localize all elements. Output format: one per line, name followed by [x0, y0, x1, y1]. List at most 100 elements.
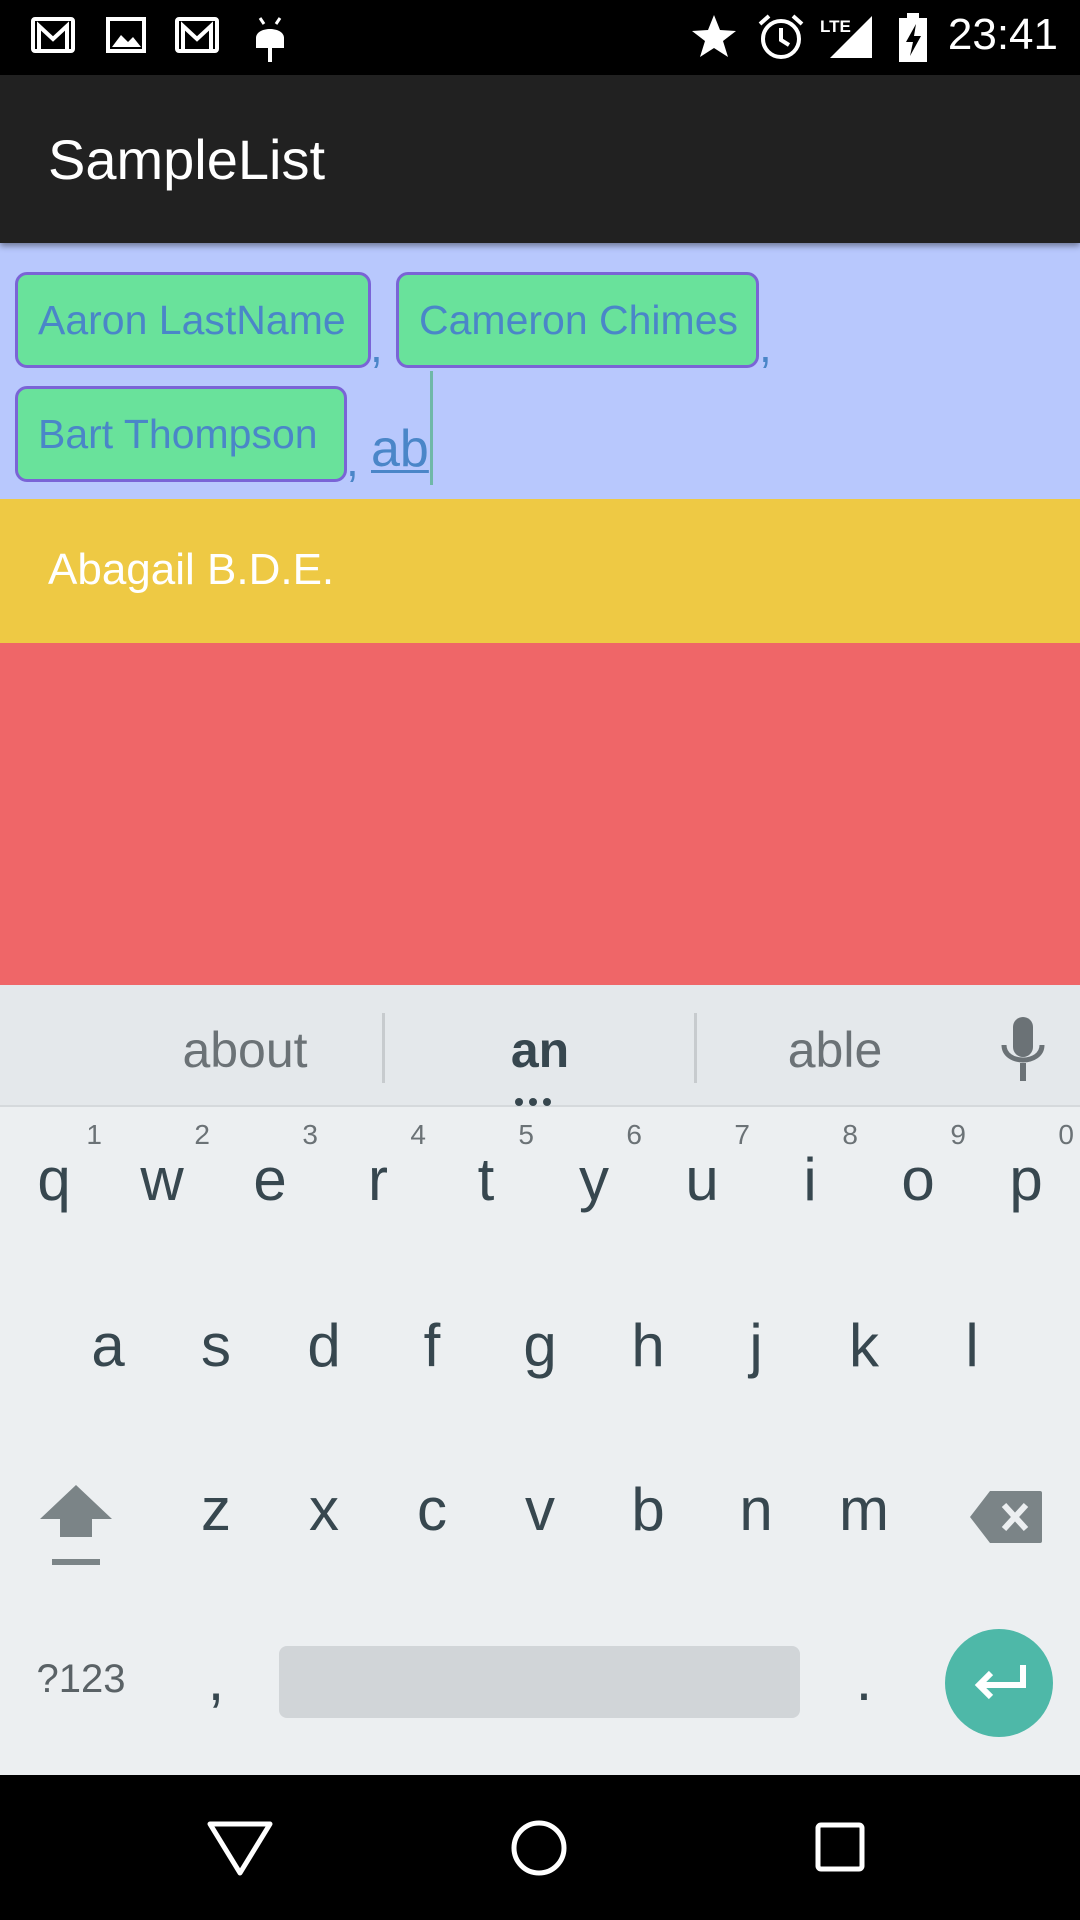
key-l[interactable]: l	[918, 1273, 1026, 1433]
key-label: a	[91, 1312, 125, 1379]
key-label: m	[839, 1476, 889, 1543]
typed-text: ab	[371, 420, 429, 478]
alarm-icon	[758, 14, 804, 59]
key-b[interactable]: b	[594, 1437, 702, 1597]
symbols-key[interactable]: ?123	[20, 1603, 142, 1763]
navigation-bar	[0, 1775, 1080, 1920]
key-c[interactable]: c	[378, 1437, 486, 1597]
key-label: z	[201, 1476, 231, 1543]
backspace-key[interactable]	[950, 1437, 1060, 1597]
key-label: f	[423, 1312, 441, 1379]
chip-separator: ,	[346, 434, 359, 486]
chip-separator: ,	[370, 320, 383, 372]
more-suggestions-dots	[515, 1091, 563, 1106]
key-label: v	[525, 1476, 555, 1543]
contact-chip[interactable]: Aaron LastName	[15, 272, 371, 368]
contact-chip[interactable]: Cameron Chimes	[396, 272, 759, 368]
back-icon[interactable]	[206, 1819, 274, 1877]
key-label: w	[140, 1146, 184, 1213]
key-label: ?123	[36, 1657, 126, 1701]
key-label: t	[477, 1146, 495, 1213]
key-w[interactable]: 2w	[108, 1107, 216, 1267]
home-icon[interactable]	[510, 1819, 568, 1877]
soft-keyboard: about an able 1q 2w 3e 4r 5t 6y 7u 8i 9o…	[0, 985, 1080, 1775]
status-bar: LTE 23:41	[0, 0, 1080, 75]
suggestion-label: Abagail B.D.E.	[48, 545, 335, 594]
android-debug-icon	[256, 17, 284, 62]
key-p[interactable]: 0p	[972, 1107, 1080, 1267]
key-label: c	[417, 1476, 447, 1543]
key-a[interactable]: a	[54, 1273, 162, 1433]
key-o[interactable]: 9o	[864, 1107, 972, 1267]
key-label: r	[368, 1146, 388, 1213]
recents-icon[interactable]	[814, 1821, 866, 1873]
word-suggestion[interactable]: able	[710, 1021, 960, 1079]
word-suggestion[interactable]: about	[120, 1021, 370, 1079]
text-cursor	[430, 371, 433, 485]
gmail-icon	[31, 17, 75, 53]
key-label: s	[201, 1312, 231, 1379]
key-e[interactable]: 3e	[216, 1107, 324, 1267]
key-label: ,	[207, 1646, 225, 1713]
key-d[interactable]: d	[270, 1273, 378, 1433]
key-r[interactable]: 4r	[324, 1107, 432, 1267]
key-f[interactable]: f	[378, 1273, 486, 1433]
key-m[interactable]: m	[810, 1437, 918, 1597]
period-key[interactable]: .	[810, 1603, 918, 1763]
app-bar: SampleList	[0, 75, 1080, 243]
app-title: SampleList	[48, 128, 326, 191]
key-i[interactable]: 8i	[756, 1107, 864, 1267]
key-t[interactable]: 5t	[432, 1107, 540, 1267]
key-j[interactable]: j	[702, 1273, 810, 1433]
key-u[interactable]: 7u	[648, 1107, 756, 1267]
enter-key[interactable]	[945, 1629, 1053, 1737]
key-g[interactable]: g	[486, 1273, 594, 1433]
space-bar[interactable]	[279, 1646, 800, 1718]
key-label: .	[855, 1646, 873, 1713]
key-label: q	[37, 1146, 71, 1213]
gmail-icon	[175, 17, 219, 53]
key-label: b	[631, 1476, 665, 1543]
contact-suggestion[interactable]: Abagail B.D.E.	[0, 499, 1080, 643]
key-z[interactable]: z	[162, 1437, 270, 1597]
key-label: y	[579, 1146, 609, 1213]
image-icon	[106, 17, 146, 53]
key-v[interactable]: v	[486, 1437, 594, 1597]
key-x[interactable]: x	[270, 1437, 378, 1597]
lte-signal-icon: LTE	[820, 16, 872, 58]
key-label: x	[309, 1476, 339, 1543]
key-label: i	[803, 1146, 817, 1213]
shift-icon	[40, 1485, 112, 1565]
key-label: l	[965, 1312, 979, 1379]
key-n[interactable]: n	[702, 1437, 810, 1597]
key-label: o	[901, 1146, 935, 1213]
star-icon	[692, 15, 736, 57]
suggestion-divider	[694, 1013, 697, 1083]
recipient-input[interactable]: Aaron LastName , Cameron Chimes , Bart T…	[0, 243, 1080, 499]
word-suggestion[interactable]: an	[410, 1021, 670, 1079]
key-label: d	[307, 1312, 341, 1379]
key-label: h	[631, 1312, 665, 1379]
key-k[interactable]: k	[810, 1273, 918, 1433]
key-q[interactable]: 1q	[0, 1107, 108, 1267]
key-label: j	[749, 1312, 763, 1379]
shift-key[interactable]	[20, 1437, 132, 1597]
comma-key[interactable]: ,	[162, 1603, 270, 1763]
key-label: n	[739, 1476, 773, 1543]
key-h[interactable]: h	[594, 1273, 702, 1433]
empty-list-area	[0, 643, 1080, 985]
chip-separator: ,	[759, 320, 772, 372]
key-label: g	[523, 1312, 557, 1379]
svg-text:LTE: LTE	[820, 17, 851, 36]
battery-charging-icon	[899, 13, 927, 62]
key-label: p	[1009, 1146, 1043, 1213]
backspace-icon	[970, 1491, 1042, 1543]
suggestion-divider	[382, 1013, 385, 1083]
key-y[interactable]: 6y	[540, 1107, 648, 1267]
keyboard-suggestion-strip: about an able	[0, 985, 1080, 1107]
contact-chip[interactable]: Bart Thompson	[15, 386, 347, 482]
key-label: k	[849, 1312, 879, 1379]
status-time: 23:41	[947, 10, 1058, 59]
key-s[interactable]: s	[162, 1273, 270, 1433]
microphone-icon[interactable]	[998, 1015, 1048, 1087]
